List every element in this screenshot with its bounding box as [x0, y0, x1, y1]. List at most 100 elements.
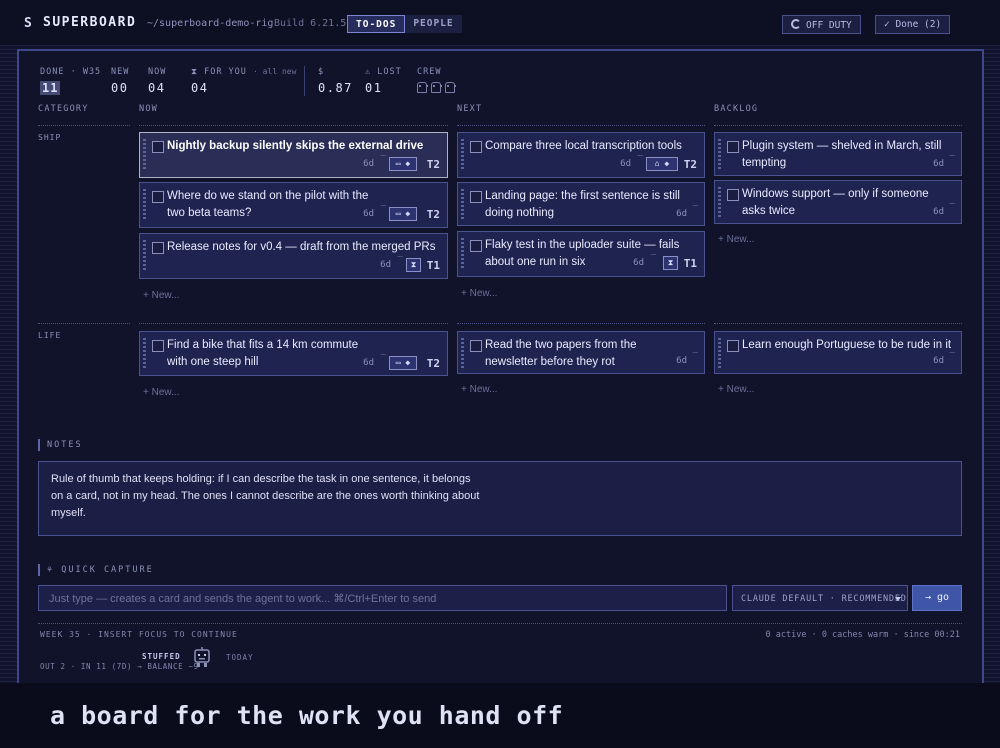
agent-tier-label: T1: [426, 259, 440, 272]
model-select-value: CLAUDE DEFAULT · RECOMMENDED: [741, 594, 907, 604]
task-checkbox[interactable]: [470, 340, 482, 352]
new-card-link[interactable]: + New...: [461, 288, 497, 299]
task-checkbox[interactable]: [152, 242, 164, 254]
task-card[interactable]: Flaky test in the uploader suite — fails…: [457, 231, 705, 277]
task-flag: ‾: [692, 205, 698, 215]
notes-editor[interactable]: Rule of thumb that keeps holding: if I c…: [38, 461, 962, 536]
task-card[interactable]: Nightly backup silently skips the extern…: [139, 132, 448, 178]
mood-label: STUFFED: [142, 652, 181, 661]
model-select[interactable]: CLAUDE DEFAULT · RECOMMENDED: [732, 585, 908, 611]
task-flag: ‾: [650, 254, 656, 264]
off-duty-button[interactable]: OFF DUTY: [782, 15, 861, 34]
task-card[interactable]: Where do we stand on the pilot with the …: [139, 182, 448, 228]
view-tabs: TO-DOS PEOPLE: [347, 15, 462, 33]
divider: [38, 323, 130, 324]
stat-crew-label: CREW: [417, 67, 442, 77]
notes-text: Rule of thumb that keeps holding: if I c…: [51, 473, 480, 519]
new-card-link[interactable]: + New...: [718, 384, 754, 395]
drag-handle[interactable]: [718, 187, 721, 217]
new-card-link[interactable]: + New...: [143, 290, 179, 301]
new-card-link[interactable]: + New...: [718, 234, 754, 245]
robot-icon: [417, 82, 428, 93]
go-button[interactable]: → go: [912, 585, 962, 611]
divider: [38, 125, 130, 126]
stat-for-you[interactable]: ⧗ FOR YOU · all new 04: [191, 67, 296, 95]
drag-handle[interactable]: [143, 189, 146, 219]
agent-tier-label: T2: [426, 357, 440, 370]
new-card-link[interactable]: + New...: [143, 387, 179, 398]
tab-people[interactable]: PEOPLE: [405, 15, 461, 33]
stat-for-you-sub: · all new: [253, 67, 297, 76]
task-title: Nightly backup silently skips the extern…: [167, 140, 424, 152]
task-flag: ‾: [380, 354, 386, 364]
agent-status-badge: ▭ ◆: [389, 356, 417, 370]
column-head-next: NEXT: [457, 104, 483, 114]
task-age: 6d: [620, 159, 631, 169]
crew-icons: [417, 82, 456, 93]
quick-capture-input[interactable]: Just type — creates a card and sends the…: [38, 585, 727, 611]
task-card[interactable]: Find a bike that fits a 14 km commute wi…: [139, 331, 448, 376]
task-checkbox[interactable]: [152, 191, 164, 203]
stat-done-label: DONE · W35: [40, 67, 102, 77]
stat-lost-value: 01: [365, 81, 383, 95]
new-card-link[interactable]: + New...: [461, 384, 497, 395]
stat-now-label: NOW: [148, 67, 167, 77]
task-card[interactable]: Landing page: the first sentence is stil…: [457, 182, 705, 226]
drag-handle[interactable]: [461, 338, 464, 368]
task-card[interactable]: Plugin system — shelved in March, still …: [714, 132, 962, 176]
today-label: TODAY: [226, 653, 254, 662]
divider: [714, 125, 962, 126]
stat-for-you-label: ⧗ FOR YOU: [191, 67, 247, 77]
balance-status: OUT 2 · IN 11 (7D) → BALANCE −9: [40, 662, 199, 671]
week-status: WEEK 35 · INSERT FOCUS TO CONTINUE: [40, 630, 238, 639]
task-flag: ‾: [397, 256, 403, 266]
drag-handle[interactable]: [143, 240, 146, 270]
task-flag: ‾: [949, 155, 955, 165]
activity-status: 0 active · 0 caches warm · since 00:21: [765, 630, 960, 640]
drag-handle[interactable]: [461, 139, 464, 169]
task-checkbox[interactable]: [470, 141, 482, 153]
task-checkbox[interactable]: [727, 189, 739, 201]
task-card[interactable]: Compare three local transcription tools …: [457, 132, 705, 178]
left-decor-strip: [0, 46, 17, 686]
stat-for-you-value: 04: [191, 81, 209, 95]
task-checkbox[interactable]: [727, 141, 739, 153]
task-card[interactable]: Learn enough Portuguese to be rude in it…: [714, 331, 962, 374]
task-title: Compare three local transcription tools: [485, 140, 682, 152]
mascot-robot-icon: [194, 647, 210, 667]
tab-todos[interactable]: TO-DOS: [347, 15, 406, 33]
task-checkbox[interactable]: [152, 340, 164, 352]
chevron-down-icon: [895, 597, 901, 601]
caption-text: a board for the work you hand off: [50, 701, 564, 730]
drag-handle[interactable]: [143, 139, 146, 169]
column-head-category: CATEGORY: [38, 104, 89, 114]
hourglass-icon: ⧗: [663, 256, 678, 270]
stat-cost-value: 0.87: [318, 81, 353, 95]
drag-handle[interactable]: [718, 139, 721, 169]
stat-cost-label: $: [318, 67, 325, 77]
logo-icon: S: [24, 16, 32, 31]
task-flag: ‾: [380, 205, 386, 215]
task-card[interactable]: Windows support — only if someone asks t…: [714, 180, 962, 224]
done-button[interactable]: ✓ Done (2): [875, 15, 951, 34]
stat-cost: $ 0.87: [318, 67, 353, 95]
drag-handle[interactable]: [718, 338, 721, 368]
drag-handle[interactable]: [461, 189, 464, 219]
drag-handle[interactable]: [143, 338, 146, 368]
stat-crew: CREW: [417, 67, 456, 93]
task-card[interactable]: Read the two papers from the newsletter …: [457, 331, 705, 374]
task-flag: ‾: [692, 352, 698, 362]
stat-lost-label: ⚠ LOST: [365, 67, 402, 77]
stats-divider: [304, 66, 305, 96]
stat-now-value: 04: [148, 81, 166, 95]
task-age: 6d: [363, 209, 374, 219]
robot-icon: [431, 82, 442, 93]
task-checkbox[interactable]: [152, 141, 164, 153]
task-checkbox[interactable]: [727, 340, 739, 352]
task-checkbox[interactable]: [470, 240, 482, 252]
drag-handle[interactable]: [461, 238, 464, 268]
task-card[interactable]: Release notes for v0.4 — draft from the …: [139, 233, 448, 279]
task-checkbox[interactable]: [470, 191, 482, 203]
task-title: Landing page: the first sentence is stil…: [485, 190, 680, 219]
task-age: 6d: [933, 356, 944, 366]
